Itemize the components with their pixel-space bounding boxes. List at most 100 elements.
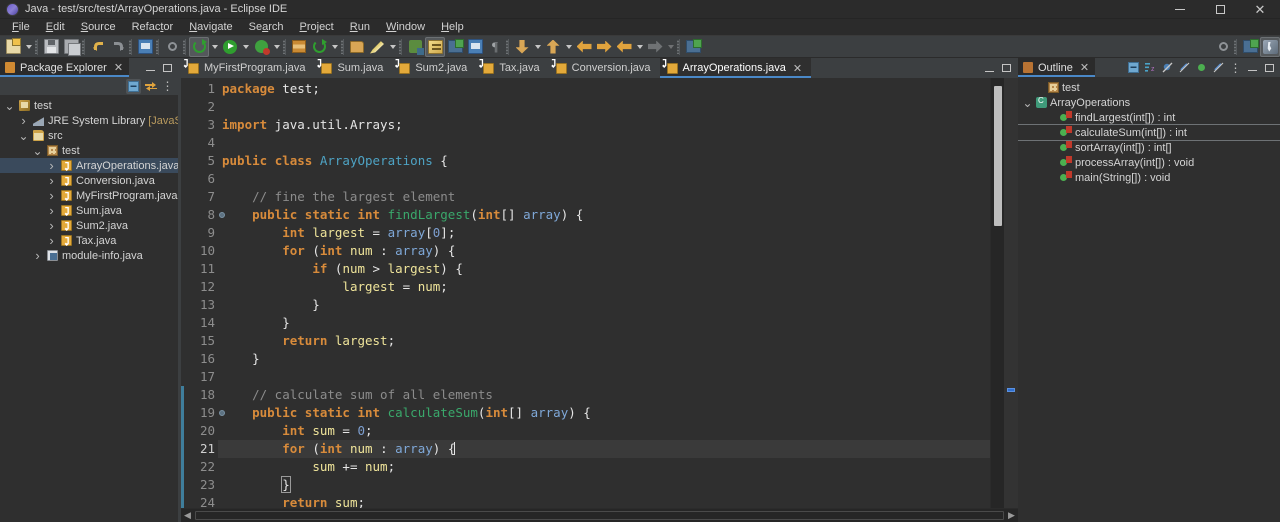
editor-horizontal-scrollbar[interactable]: ◀ ▶	[181, 508, 1018, 522]
outline-item[interactable]: ArrayOperations	[1018, 95, 1280, 110]
view-menu-icon[interactable]: ⋮	[1228, 60, 1243, 75]
java-perspective-icon[interactable]	[1260, 36, 1280, 57]
outline-item[interactable]: main(String[]) : void	[1018, 170, 1280, 185]
coverage-icon[interactable]	[289, 37, 309, 57]
close-icon[interactable]: ✕	[793, 62, 802, 75]
menu-file[interactable]: File	[4, 20, 38, 34]
hide-static-icon[interactable]	[1177, 60, 1192, 75]
code-line[interactable]: int sum = 0;	[218, 422, 990, 440]
code-line[interactable]: public static int findLargest(int[] arra…	[218, 206, 990, 224]
code-line[interactable]: return largest;	[218, 332, 990, 350]
minimize-icon[interactable]	[143, 60, 158, 75]
menu-window[interactable]: Window	[378, 20, 433, 34]
back-history-icon[interactable]	[614, 37, 634, 57]
save-icon[interactable]	[41, 37, 61, 57]
chevron-right-icon[interactable]	[46, 160, 57, 171]
minimize-button[interactable]	[1160, 0, 1200, 19]
code-line[interactable]: import java.util.Arrays;	[218, 116, 990, 134]
code-line[interactable]	[218, 134, 990, 152]
run-dropdown[interactable]	[240, 37, 251, 57]
editor-tab[interactable]: Sum2.java	[392, 58, 476, 78]
menu-run[interactable]: Run	[342, 20, 378, 34]
overview-marker[interactable]	[1007, 388, 1015, 392]
tree-item[interactable]: test	[0, 143, 178, 158]
outline-item[interactable]: processArray(int[]) : void	[1018, 155, 1280, 170]
maximize-icon[interactable]	[160, 60, 175, 75]
external-tools-dropdown[interactable]	[329, 37, 340, 57]
tree-item[interactable]: JRE System Library [JavaSE-22]	[0, 113, 178, 128]
open-perspective-icon[interactable]	[1240, 37, 1260, 57]
print-icon[interactable]	[135, 37, 155, 57]
next-edit-icon[interactable]	[512, 37, 532, 57]
new-file-icon[interactable]	[3, 37, 23, 57]
minimize-icon[interactable]	[1245, 60, 1260, 75]
tab-package-explorer[interactable]: Package Explorer ✕	[0, 58, 130, 77]
code-line[interactable]: }	[218, 314, 990, 332]
close-icon[interactable]: ✕	[1080, 61, 1089, 74]
back-history-dropdown[interactable]	[634, 37, 645, 57]
quick-access-search-icon[interactable]	[1213, 37, 1233, 57]
tree-item[interactable]: module-info.java	[0, 248, 178, 263]
view-menu-icon[interactable]: ⋮	[160, 79, 175, 94]
code-line[interactable]: public static int calculateSum(int[] arr…	[218, 404, 990, 422]
new-java-dropdown[interactable]	[387, 37, 398, 57]
minimize-icon[interactable]	[982, 61, 997, 76]
source-text[interactable]: package test; import java.util.Arrays; pub…	[218, 78, 990, 508]
link-editor-icon[interactable]	[683, 37, 703, 57]
forward-icon[interactable]	[594, 37, 614, 57]
outline-item[interactable]: sortArray(int[]) : int[]	[1018, 140, 1280, 155]
code-line[interactable]: return sum;	[218, 494, 990, 508]
chevron-down-icon[interactable]	[32, 145, 43, 156]
menu-project[interactable]: Project	[292, 20, 342, 34]
code-line[interactable]: // fine the largest element	[218, 188, 990, 206]
forward-history-icon[interactable]	[645, 37, 665, 57]
tree-item[interactable]: Conversion.java	[0, 173, 178, 188]
redo-icon[interactable]	[108, 37, 128, 57]
tab-outline[interactable]: Outline ✕	[1018, 58, 1096, 77]
editor-tab[interactable]: ArrayOperations.java ✕	[659, 58, 812, 78]
new-java-package-icon[interactable]	[347, 37, 367, 57]
code-line[interactable]: }	[218, 350, 990, 368]
tree-item[interactable]: MyFirstProgram.java	[0, 188, 178, 203]
code-line[interactable]: for (int num : array) {	[218, 242, 990, 260]
tree-item[interactable]: test	[0, 98, 178, 113]
collapse-all-icon[interactable]	[1126, 60, 1141, 75]
overview-ruler[interactable]	[1004, 78, 1018, 508]
run-external-dropdown[interactable]	[209, 37, 220, 57]
code-line[interactable]: // calculate sum of all elements	[218, 386, 990, 404]
code-line[interactable]: public class ArrayOperations {	[218, 152, 990, 170]
annotation-icon[interactable]	[425, 36, 445, 57]
chevron-right-icon[interactable]	[46, 190, 57, 201]
menu-source[interactable]: Source	[73, 20, 124, 34]
menu-help[interactable]: Help	[433, 20, 472, 34]
search-icon[interactable]	[162, 37, 182, 57]
chevron-down-icon[interactable]	[18, 130, 29, 141]
code-line[interactable]: int largest = array[0];	[218, 224, 990, 242]
chevron-down-icon[interactable]	[1022, 97, 1033, 108]
code-line[interactable]: }	[218, 296, 990, 314]
run-icon[interactable]	[220, 37, 240, 57]
chevron-right-icon[interactable]	[46, 205, 57, 216]
run-external-icon[interactable]	[189, 36, 209, 57]
maximize-icon[interactable]	[1262, 60, 1277, 75]
open-type-icon[interactable]	[405, 37, 425, 57]
code-line[interactable]: for (int num : array) {	[218, 440, 990, 458]
code-line[interactable]: package test;	[218, 80, 990, 98]
close-icon[interactable]: ✕	[114, 61, 123, 74]
menu-edit[interactable]: Edit	[38, 20, 73, 34]
previous-annotation-dropdown[interactable]	[563, 37, 574, 57]
toggle-block-selection-icon[interactable]	[445, 37, 465, 57]
menu-refactor[interactable]: Refactor	[124, 20, 182, 34]
menu-search[interactable]: Search	[241, 20, 292, 34]
editor-tab[interactable]: Conversion.java	[549, 58, 660, 78]
chevron-right-icon[interactable]	[46, 220, 57, 231]
toggle-word-wrap-icon[interactable]	[465, 37, 485, 57]
chevron-down-icon[interactable]	[4, 100, 15, 111]
chevron-right-icon[interactable]	[46, 175, 57, 186]
code-line[interactable]	[218, 170, 990, 188]
code-editor[interactable]: 1 2 3 4 5 6 7 8 9 10 11 12 13 14 15 16 17 18 19 20 21 22 23 24 …	[181, 78, 1018, 512]
new-java-class-icon[interactable]	[367, 37, 387, 57]
code-line[interactable]	[218, 98, 990, 116]
vertical-scroll-thumb[interactable]	[994, 86, 1002, 226]
tree-item[interactable]: Sum.java	[0, 203, 178, 218]
